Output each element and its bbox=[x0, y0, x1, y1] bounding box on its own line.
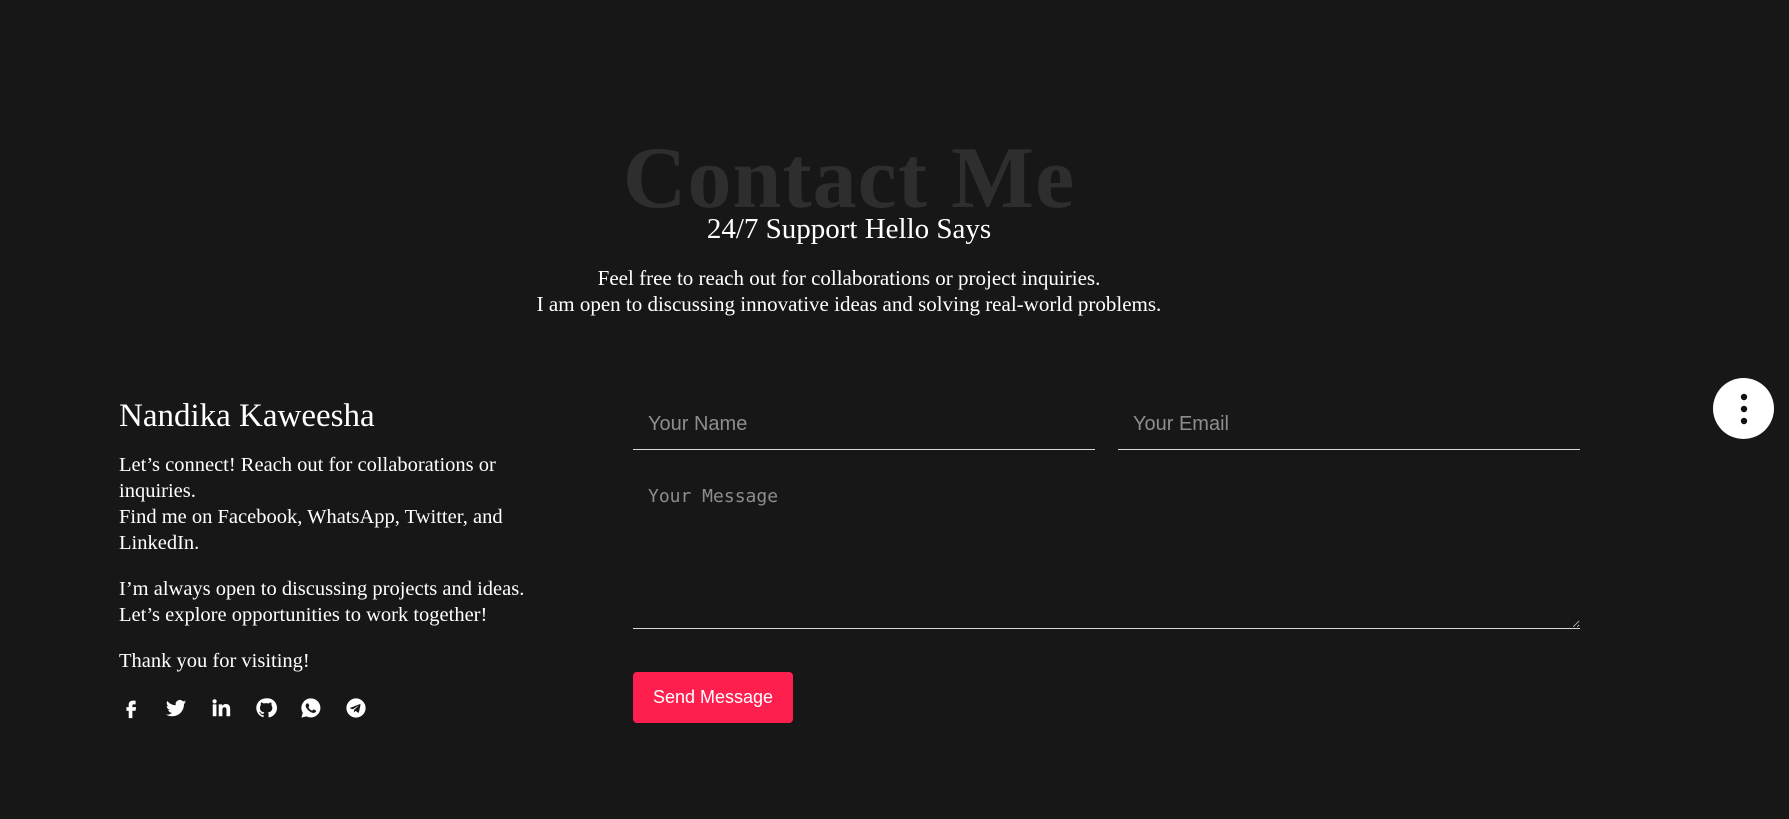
whatsapp-icon[interactable] bbox=[299, 696, 322, 719]
github-icon[interactable] bbox=[254, 696, 277, 719]
intro-line: I am open to discussing innovative ideas… bbox=[536, 292, 1162, 316]
profile-paragraph: I’m always open to discussing projects a… bbox=[119, 576, 569, 628]
message-textarea[interactable] bbox=[633, 472, 1580, 629]
paragraph-line: Find me on Facebook, WhatsApp, Twitter, … bbox=[119, 506, 503, 554]
telegram-icon[interactable] bbox=[344, 696, 367, 719]
contact-page: Contact Me 24/7 Support Hello Says Feel … bbox=[0, 0, 1789, 819]
send-message-button[interactable]: Send Message bbox=[633, 672, 793, 723]
facebook-icon[interactable] bbox=[119, 696, 142, 719]
form-row bbox=[633, 400, 1580, 450]
section-subtitle: 24/7 Support Hello Says bbox=[706, 213, 992, 245]
name-input[interactable] bbox=[633, 400, 1095, 450]
background-title: Contact Me bbox=[622, 130, 1076, 227]
thanks-text: Thank you for visiting! bbox=[119, 650, 310, 672]
more-menu-button[interactable] bbox=[1713, 378, 1774, 439]
social-links bbox=[119, 696, 569, 719]
paragraph-line: Let’s connect! Reach out for collaborati… bbox=[119, 454, 496, 502]
email-input[interactable] bbox=[1118, 400, 1580, 450]
linkedin-icon[interactable] bbox=[209, 696, 232, 719]
profile-column: Nandika Kaweesha Let’s connect! Reach ou… bbox=[119, 396, 569, 719]
more-vertical-icon bbox=[1740, 393, 1747, 424]
profile-paragraph: Let’s connect! Reach out for collaborati… bbox=[119, 452, 569, 556]
intro-text: Feel free to reach out for collaboration… bbox=[0, 265, 1698, 317]
contact-form: Send Message bbox=[633, 400, 1580, 723]
twitter-icon[interactable] bbox=[164, 696, 187, 719]
paragraph-line: I’m always open to discussing projects a… bbox=[119, 578, 525, 600]
profile-name: Nandika Kaweesha bbox=[119, 398, 375, 434]
paragraph-line: Let’s explore opportunities to work toge… bbox=[119, 604, 488, 626]
intro-line: Feel free to reach out for collaboration… bbox=[597, 266, 1101, 290]
